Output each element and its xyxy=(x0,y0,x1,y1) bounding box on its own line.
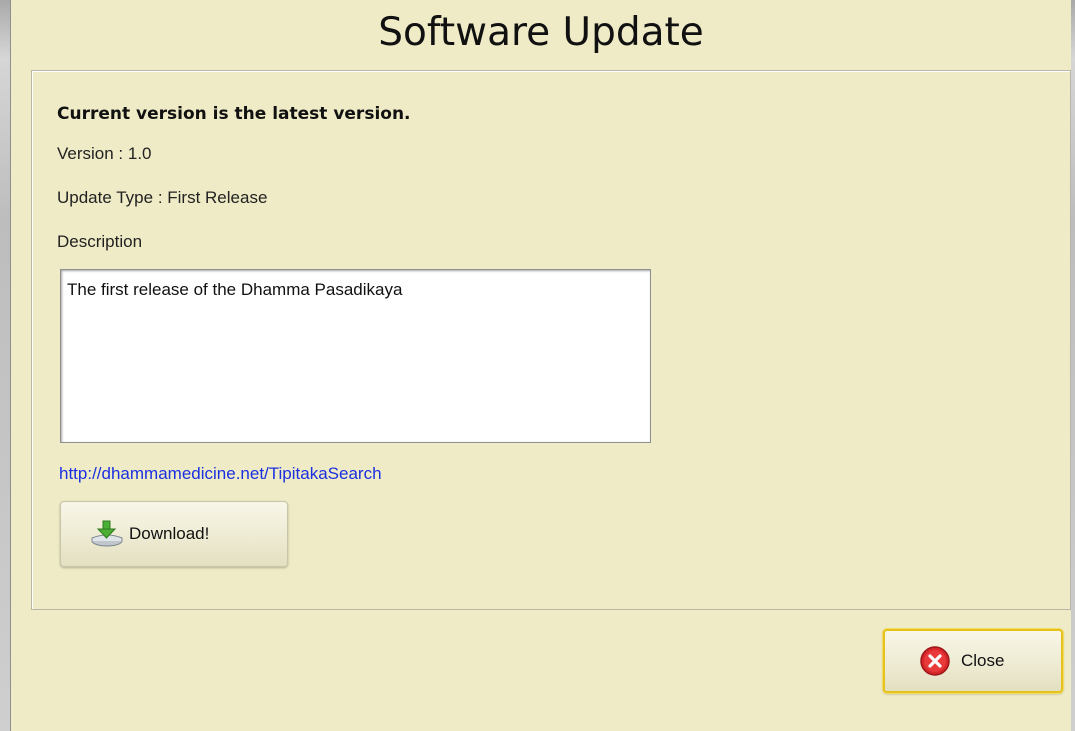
description-label: Description xyxy=(57,232,143,251)
close-circle-icon xyxy=(919,645,951,677)
version-label: Version : 1.0 xyxy=(57,144,152,163)
update-window: Software Update Current version is the l… xyxy=(0,0,1075,731)
download-button[interactable]: Download! xyxy=(60,501,288,567)
software-update-dialog: Software Update Current version is the l… xyxy=(10,0,1071,731)
download-button-label: Download! xyxy=(129,524,210,543)
update-type-label: Update Type : First Release xyxy=(57,188,268,207)
download-drive-icon xyxy=(89,519,125,549)
download-page-link[interactable]: http://dhammamedicine.net/TipitakaSearch xyxy=(59,464,382,484)
status-message: Current version is the latest version. xyxy=(57,104,411,124)
close-button[interactable]: Close xyxy=(883,629,1063,693)
close-button-label: Close xyxy=(961,651,1005,670)
description-textarea[interactable]: The first release of the Dhamma Pasadika… xyxy=(60,269,651,443)
dialog-title: Software Update xyxy=(378,10,704,55)
